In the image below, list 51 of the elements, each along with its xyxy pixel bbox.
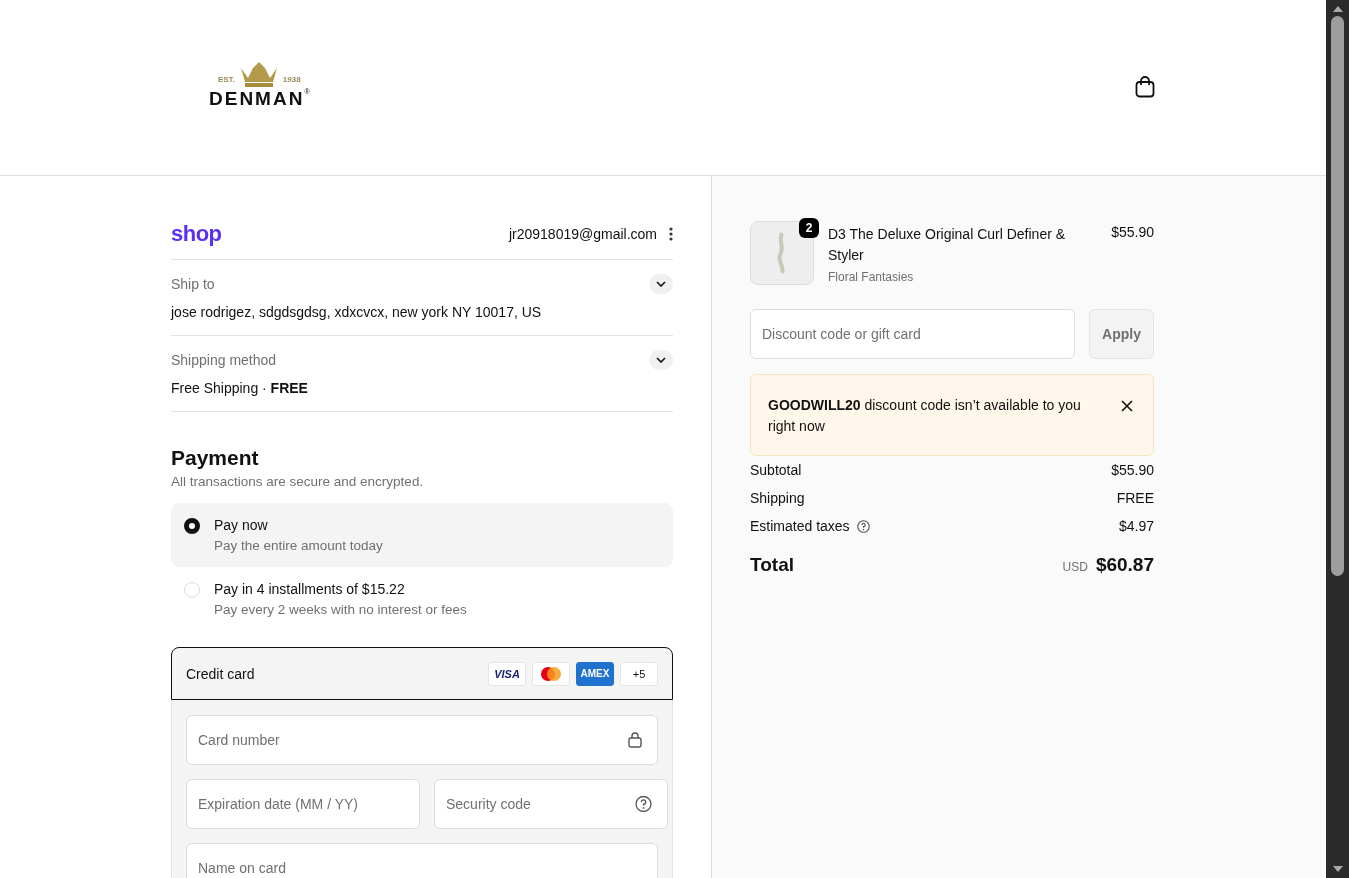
chevron-down-icon (656, 281, 666, 287)
card-input-field[interactable]: Name on card (186, 843, 658, 878)
shop-logo: shop (171, 221, 222, 247)
chevron-down-icon (656, 357, 666, 363)
logo-year-text: 1938 (282, 74, 301, 84)
apply-button[interactable]: Apply (1089, 309, 1154, 359)
card-input-field[interactable]: Card number (186, 715, 658, 765)
account-email: jr20918019@gmail.com (508, 226, 657, 242)
product-name: D3 The Deluxe Original Curl Definer & Styler (828, 225, 1067, 265)
summary-label: Estimated taxes (750, 518, 850, 534)
more-options-icon[interactable] (669, 227, 673, 241)
payment-subtitle: All transactions are secure and encrypted. (171, 474, 425, 489)
section-label: Ship to (171, 276, 215, 292)
more-brands-badge: +5 (620, 661, 658, 686)
summary-label: Shipping (750, 490, 805, 506)
credit-card-option[interactable]: Credit card VISA AMEX +5 (171, 647, 673, 700)
card-input-field[interactable]: Security code (434, 779, 668, 829)
section-label: Shipping method (171, 352, 277, 368)
summary-value: $4.97 (1118, 518, 1154, 534)
mastercard-icon (532, 661, 570, 686)
summary-label: Subtotal (750, 462, 802, 478)
total-amount: $60.87 (1095, 554, 1154, 576)
brand-logo[interactable]: EST. 1938 DENMAN$^{®}$ (209, 61, 310, 110)
amex-badge: AMEX (576, 661, 614, 686)
summary-value: FREE (1116, 490, 1154, 506)
payment-option[interactable]: Pay now Pay the entire amount today (171, 503, 673, 567)
crown-icon (238, 61, 279, 88)
help-icon[interactable] (856, 519, 870, 533)
logo-wordmark: DENMAN (209, 87, 305, 110)
payment-heading: Payment (171, 446, 260, 470)
section-value: jose rodrigez, sdgdsgdsg, xdxcvcx, new york NY 10017, US (171, 304, 543, 320)
visa-badge: VISA (488, 661, 526, 686)
expand-button[interactable] (649, 350, 673, 370)
card-input-field[interactable]: Expiration date (MM / YY) (186, 779, 420, 829)
product-variant: Floral Fantasies (828, 270, 915, 284)
discount-input-field[interactable]: Discount code or gift card (750, 309, 1075, 359)
scrollbar-drawing[interactable] (1326, 0, 1349, 878)
currency-code: USD (1062, 560, 1088, 574)
quantity-badge: 2 (799, 218, 819, 238)
lock-icon (628, 732, 642, 748)
logo-est-text: EST. (217, 74, 235, 84)
help-icon[interactable] (635, 795, 652, 813)
section-value: Free Shipping · FREE (171, 380, 309, 396)
shopping-bag-icon[interactable] (1135, 75, 1155, 98)
total-label: Total (750, 554, 794, 576)
expand-button[interactable] (649, 274, 673, 294)
summary-value: $55.90 (1111, 462, 1154, 478)
alert-message: GOODWILL20 discount code isn’t available to you right now (768, 396, 1082, 436)
close-icon[interactable] (1121, 400, 1133, 412)
payment-option[interactable]: Pay in 4 installments of $15.22 Pay every 2 weeks with no interest or fees (171, 567, 673, 631)
product-price: $55.90 (1111, 223, 1154, 240)
